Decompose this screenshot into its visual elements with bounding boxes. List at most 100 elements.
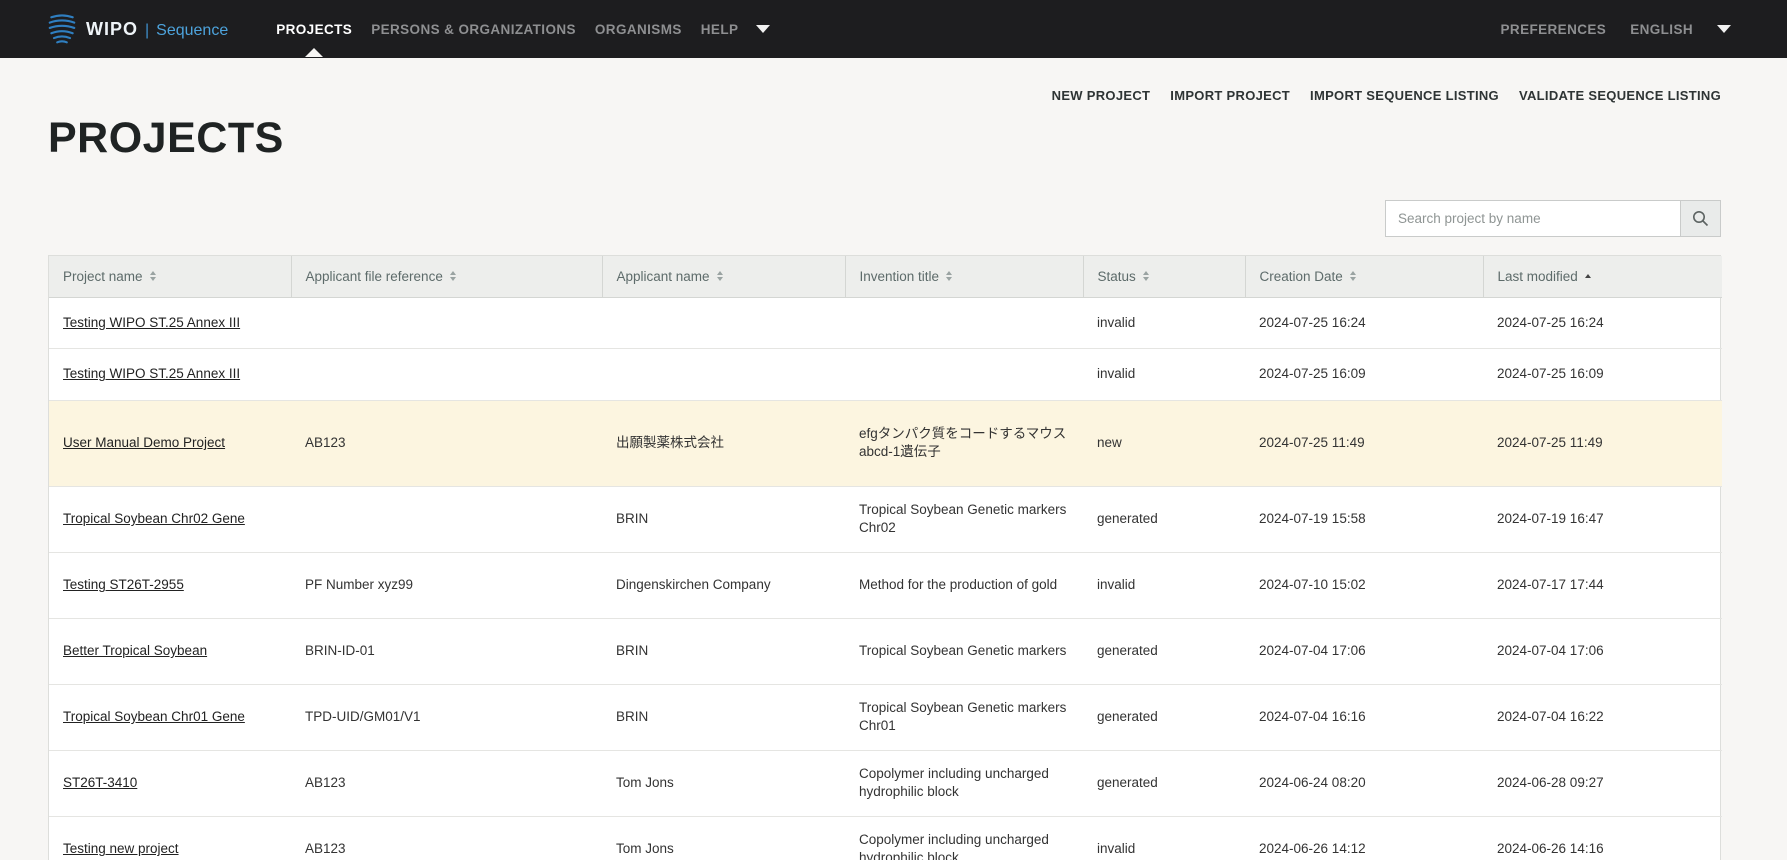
table-row: Tropical Soybean Chr02 Gene BRIN Tropica… xyxy=(49,486,1722,552)
cell-applicant-name: Tom Jons xyxy=(602,750,845,816)
wipo-sequence-brand[interactable]: WIPO | Sequence xyxy=(48,13,228,45)
language-caret-icon[interactable] xyxy=(1717,25,1731,33)
nav-right-items: PREFERENCES ENGLISH xyxy=(1501,2,1731,57)
cell-status: generated xyxy=(1083,618,1245,684)
cell-last-modified: 2024-06-28 09:27 xyxy=(1483,750,1722,816)
cell-applicant-file-reference: AB123 xyxy=(291,816,602,860)
cell-status: new xyxy=(1083,400,1245,486)
nav-item-preferences[interactable]: PREFERENCES xyxy=(1501,2,1607,57)
cell-invention-title: Tropical Soybean Genetic markers Chr02 xyxy=(845,486,1083,552)
page-title: PROJECTS xyxy=(48,114,284,163)
column-header-applicant-file-reference[interactable]: Applicant file reference xyxy=(291,256,602,297)
sort-icon xyxy=(450,271,456,281)
cell-applicant-file-reference: AB123 xyxy=(291,400,602,486)
language-selector[interactable]: ENGLISH xyxy=(1630,2,1693,57)
cell-creation-date: 2024-06-24 08:20 xyxy=(1245,750,1483,816)
column-header-status[interactable]: Status xyxy=(1083,256,1245,297)
table-row: Better Tropical Soybean BRIN-ID-01 BRIN … xyxy=(49,618,1722,684)
table-row: Testing ST26T-2955 PF Number xyz99 Dinge… xyxy=(49,552,1722,618)
nav-items: PROJECTS PERSONS & ORGANIZATIONS ORGANIS… xyxy=(276,2,738,57)
cell-status: invalid xyxy=(1083,816,1245,860)
cell-last-modified: 2024-07-25 16:24 xyxy=(1483,297,1722,348)
sort-icon xyxy=(150,271,156,281)
validate-sequence-listing-button[interactable]: VALIDATE SEQUENCE LISTING xyxy=(1519,88,1721,103)
table-row: ST26T-3410 AB123 Tom Jons Copolymer incl… xyxy=(49,750,1722,816)
cell-creation-date: 2024-07-19 15:58 xyxy=(1245,486,1483,552)
cell-creation-date: 2024-07-04 17:06 xyxy=(1245,618,1483,684)
cell-invention-title: Copolymer including uncharged hydrophili… xyxy=(845,816,1083,860)
cell-applicant-file-reference: AB123 xyxy=(291,750,602,816)
table-row: Testing new project AB123 Tom Jons Copol… xyxy=(49,816,1722,860)
brand-wipo-text: WIPO xyxy=(86,19,138,40)
cell-invention-title xyxy=(845,348,1083,400)
cell-status: generated xyxy=(1083,486,1245,552)
import-project-button[interactable]: IMPORT PROJECT xyxy=(1170,88,1290,103)
project-link[interactable]: Testing new project xyxy=(63,841,179,856)
project-link[interactable]: Testing WIPO ST.25 Annex III xyxy=(63,315,240,330)
table-row: Tropical Soybean Chr01 Gene TPD-UID/GM01… xyxy=(49,684,1722,750)
project-actions: NEW PROJECT IMPORT PROJECT IMPORT SEQUEN… xyxy=(1052,88,1721,103)
cell-applicant-file-reference xyxy=(291,348,602,400)
cell-creation-date: 2024-07-25 16:24 xyxy=(1245,297,1483,348)
cell-last-modified: 2024-07-04 17:06 xyxy=(1483,618,1722,684)
project-link[interactable]: Tropical Soybean Chr02 Gene xyxy=(63,511,245,526)
column-header-last-modified[interactable]: Last modified xyxy=(1483,256,1722,297)
project-link[interactable]: Better Tropical Soybean xyxy=(63,643,207,658)
table-row-highlighted: User Manual Demo Project AB123 出願製薬株式会社 … xyxy=(49,400,1722,486)
cell-invention-title: Tropical Soybean Genetic markers Chr01 xyxy=(845,684,1083,750)
nav-item-projects[interactable]: PROJECTS xyxy=(276,2,352,57)
nav-item-organisms[interactable]: ORGANISMS xyxy=(595,2,682,57)
cell-invention-title: Copolymer including uncharged hydrophili… xyxy=(845,750,1083,816)
nav-item-persons-organizations[interactable]: PERSONS & ORGANIZATIONS xyxy=(371,2,576,57)
sort-icon xyxy=(946,271,952,281)
table-row: Testing WIPO ST.25 Annex III invalid 202… xyxy=(49,348,1722,400)
nav-item-help[interactable]: HELP xyxy=(701,2,739,57)
cell-applicant-name: BRIN xyxy=(602,618,845,684)
search-button[interactable] xyxy=(1680,201,1720,236)
table-header-row: Project name Applicant file reference Ap… xyxy=(49,256,1722,297)
cell-creation-date: 2024-07-25 16:09 xyxy=(1245,348,1483,400)
cell-status: generated xyxy=(1083,684,1245,750)
cell-status: invalid xyxy=(1083,297,1245,348)
column-header-project-name[interactable]: Project name xyxy=(49,256,291,297)
cell-creation-date: 2024-06-26 14:12 xyxy=(1245,816,1483,860)
project-link[interactable]: User Manual Demo Project xyxy=(63,435,225,450)
cell-applicant-name xyxy=(602,297,845,348)
brand-separator: | xyxy=(145,22,149,40)
column-header-creation-date[interactable]: Creation Date xyxy=(1245,256,1483,297)
cell-applicant-file-reference xyxy=(291,486,602,552)
cell-applicant-file-reference: PF Number xyz99 xyxy=(291,552,602,618)
cell-applicant-file-reference xyxy=(291,297,602,348)
table-row: Testing WIPO ST.25 Annex III invalid 202… xyxy=(49,297,1722,348)
projects-table: Project name Applicant file reference Ap… xyxy=(48,255,1721,860)
project-link[interactable]: Testing WIPO ST.25 Annex III xyxy=(63,366,240,381)
cell-last-modified: 2024-07-04 16:22 xyxy=(1483,684,1722,750)
cell-status: generated xyxy=(1083,750,1245,816)
cell-last-modified: 2024-06-26 14:16 xyxy=(1483,816,1722,860)
column-header-applicant-name[interactable]: Applicant name xyxy=(602,256,845,297)
import-sequence-listing-button[interactable]: IMPORT SEQUENCE LISTING xyxy=(1310,88,1499,103)
cell-last-modified: 2024-07-25 16:09 xyxy=(1483,348,1722,400)
cell-last-modified: 2024-07-19 16:47 xyxy=(1483,486,1722,552)
cell-applicant-name: Dingenskirchen Company xyxy=(602,552,845,618)
column-header-invention-title[interactable]: Invention title xyxy=(845,256,1083,297)
new-project-button[interactable]: NEW PROJECT xyxy=(1052,88,1151,103)
cell-last-modified: 2024-07-25 11:49 xyxy=(1483,400,1722,486)
project-link[interactable]: ST26T-3410 xyxy=(63,775,137,790)
nav-dropdown-caret-icon[interactable] xyxy=(756,25,770,33)
brand-product-text: Sequence xyxy=(156,22,228,40)
search-input[interactable] xyxy=(1386,201,1680,236)
cell-applicant-name: 出願製薬株式会社 xyxy=(602,400,845,486)
cell-status: invalid xyxy=(1083,348,1245,400)
cell-creation-date: 2024-07-04 16:16 xyxy=(1245,684,1483,750)
cell-applicant-name: BRIN xyxy=(602,684,845,750)
cell-invention-title xyxy=(845,297,1083,348)
sort-icon-active xyxy=(1585,274,1591,278)
cell-applicant-name: BRIN xyxy=(602,486,845,552)
cell-invention-title: Tropical Soybean Genetic markers xyxy=(845,618,1083,684)
sort-icon xyxy=(717,271,723,281)
cell-last-modified: 2024-07-17 17:44 xyxy=(1483,552,1722,618)
project-link[interactable]: Tropical Soybean Chr01 Gene xyxy=(63,709,245,724)
project-link[interactable]: Testing ST26T-2955 xyxy=(63,577,184,592)
cell-applicant-name: Tom Jons xyxy=(602,816,845,860)
